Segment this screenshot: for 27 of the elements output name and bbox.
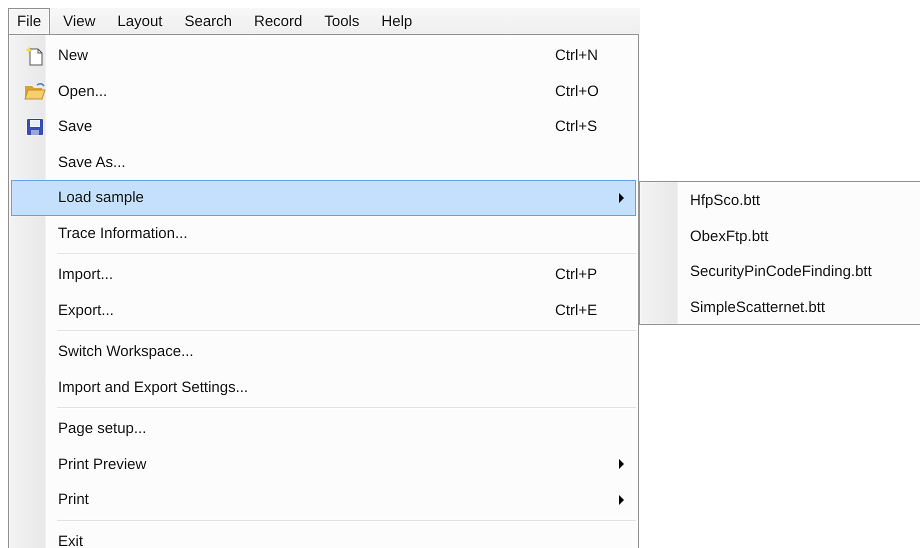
- menu-item[interactable]: Print: [11, 482, 636, 518]
- submenu-item[interactable]: HfpSco.btt: [640, 183, 920, 218]
- folder-icon: [24, 82, 46, 100]
- menu-item[interactable]: Page setup...: [11, 411, 636, 446]
- submenu-item[interactable]: ObexFtp.btt: [640, 218, 920, 254]
- menu-item[interactable]: New Ctrl+N: [11, 38, 636, 74]
- menu-bar-item[interactable]: View: [54, 8, 104, 34]
- menu-item[interactable]: Open... Ctrl+O: [11, 74, 636, 109]
- menu-bar-item[interactable]: Search: [175, 8, 241, 34]
- menu-item[interactable]: Exit: [11, 524, 636, 548]
- submenu-item[interactable]: SecurityPinCodeFinding.btt: [640, 254, 920, 290]
- menu-bar-item[interactable]: Tools: [315, 8, 368, 34]
- menu-bar-item[interactable]: Record: [245, 8, 312, 34]
- menu-bar-item[interactable]: File: [8, 8, 50, 34]
- menu-item[interactable]: Switch Workspace...: [11, 334, 636, 370]
- menu-bar-item[interactable]: Layout: [108, 8, 172, 34]
- menu-item[interactable]: Save As...: [11, 144, 636, 180]
- menu-item[interactable]: Export... Ctrl+E: [11, 292, 636, 328]
- new-document-icon: [26, 46, 44, 66]
- submenu-item[interactable]: SimpleScatternet.btt: [640, 290, 920, 325]
- menu-bar-item[interactable]: Help: [372, 8, 422, 34]
- menu-item[interactable]: Trace Information...: [11, 216, 636, 251]
- menu-item[interactable]: Print Preview: [11, 446, 636, 482]
- menu-item[interactable]: Load sample: [11, 180, 636, 216]
- menu-item[interactable]: Save Ctrl+S: [11, 109, 636, 144]
- menu-item[interactable]: Import... Ctrl+P: [11, 257, 636, 292]
- menu-item[interactable]: Import and Export Settings...: [11, 370, 636, 405]
